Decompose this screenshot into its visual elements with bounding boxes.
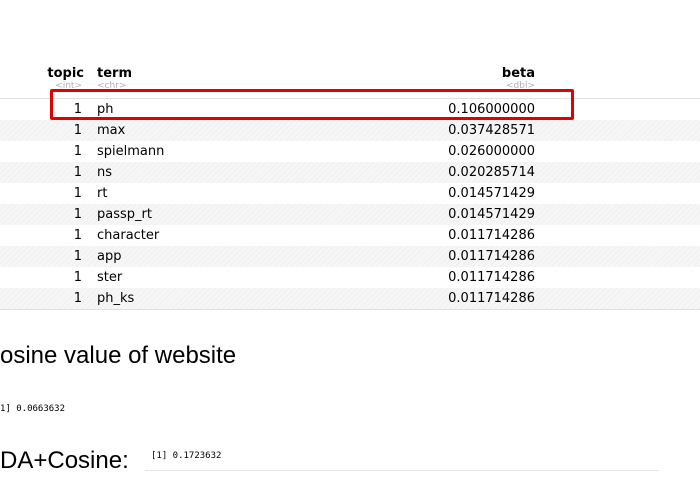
column-header-beta[interactable]: beta — [502, 66, 535, 81]
console-output-lda-cosine: [1] 0.1723632 — [151, 451, 222, 461]
cell-beta: 0.014571429 — [448, 207, 535, 222]
table-row: 1 ster 0.011714286 — [0, 267, 700, 288]
table-row: 1 app 0.011714286 — [0, 246, 700, 267]
column-header-term[interactable]: term — [97, 66, 132, 81]
table-row: 1 spielmann 0.026000000 — [0, 141, 700, 162]
table-row: 1 ns 0.020285714 — [0, 162, 700, 183]
cell-topic: 1 — [73, 123, 82, 138]
cell-term: rt — [97, 186, 108, 201]
cell-topic: 1 — [73, 186, 82, 201]
cell-term: ns — [97, 165, 113, 180]
cell-term: ph_ks — [97, 291, 135, 306]
cell-beta: 0.014571429 — [448, 186, 535, 201]
cell-beta: 0.020285714 — [448, 165, 535, 180]
section-heading-lda-cosine: DA+Cosine: — [0, 447, 129, 474]
column-header-topic[interactable]: topic — [47, 66, 84, 81]
section-heading-cosine: osine value of website — [0, 342, 237, 369]
cell-beta: 0.011714286 — [448, 228, 535, 243]
cell-topic: 1 — [73, 291, 82, 306]
cell-topic: 1 — [73, 249, 82, 264]
cell-topic: 1 — [73, 144, 82, 159]
console-output-cosine: 1] 0.0663632 — [0, 404, 66, 414]
cell-topic: 1 — [73, 207, 82, 222]
cell-beta: 0.011714286 — [448, 270, 535, 285]
table-row: 1 ph_ks 0.011714286 — [0, 288, 700, 309]
table-body: 1 ph 0.106000000 1 max 0.037428571 1 spi… — [0, 99, 700, 310]
highlight-box — [50, 89, 574, 120]
cell-beta: 0.011714286 — [448, 249, 535, 264]
cell-topic: 1 — [73, 228, 82, 243]
cell-topic: 1 — [73, 165, 82, 180]
cell-beta: 0.037428571 — [448, 123, 535, 138]
cell-term: app — [97, 249, 122, 264]
cell-topic: 1 — [73, 270, 82, 285]
table-row: 1 rt 0.014571429 — [0, 183, 700, 204]
table-row: 1 character 0.011714286 — [0, 225, 700, 246]
table-row: 1 passp_rt 0.014571429 — [0, 204, 700, 225]
cell-beta: 0.026000000 — [448, 144, 535, 159]
cell-term: passp_rt — [97, 207, 152, 222]
cell-term: character — [97, 228, 160, 243]
cell-term: spielmann — [97, 144, 165, 159]
console-output-box: [1] 0.1723632 — [145, 448, 659, 471]
cell-beta: 0.011714286 — [448, 291, 535, 306]
table-row: 1 max 0.037428571 — [0, 120, 700, 141]
cell-term: max — [97, 123, 126, 138]
cell-term: ster — [97, 270, 123, 285]
